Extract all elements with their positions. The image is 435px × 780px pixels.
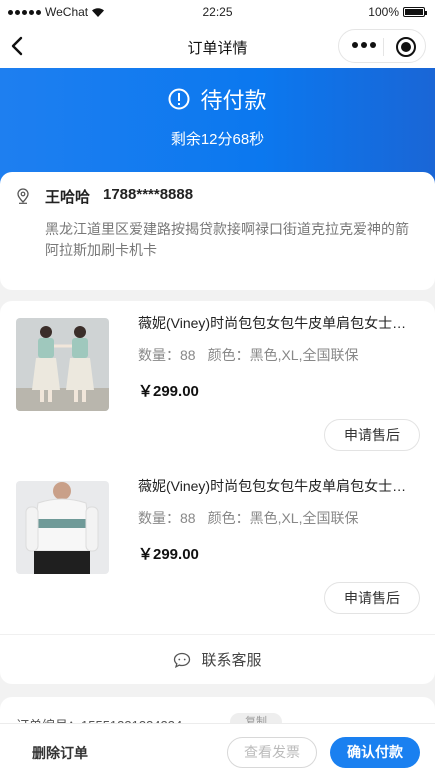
confirm-payment-button[interactable]: 确认付款 (330, 737, 420, 768)
product-price: ￥299.00 (138, 546, 199, 563)
products-card: 薇妮(Viney)时尚包包女包牛皮单肩包女士手提包 数量：88 颜色：黑色,XL,… (0, 301, 435, 684)
product-item[interactable]: 薇妮(Viney)时尚包包女包牛皮单肩包女士手提包 数量：88 颜色：黑色,XL,… (0, 464, 435, 624)
battery-icon (403, 7, 427, 17)
product-quantity: 数量：88 (138, 510, 196, 526)
alert-circle-icon (168, 88, 190, 110)
nav-bar: 订单详情 (0, 24, 435, 68)
product-thumbnail[interactable] (16, 481, 109, 574)
location-pin-icon (17, 188, 29, 204)
product-title[interactable]: 薇妮(Viney)时尚包包女包牛皮单肩包女士手提包 (138, 476, 413, 496)
product-quantity: 数量：88 (138, 347, 196, 363)
recipient-phone: 1788****8888 (103, 186, 194, 203)
product-price: ￥299.00 (138, 383, 199, 400)
product-thumbnail[interactable] (16, 318, 109, 411)
chat-bubble-icon (174, 652, 191, 668)
after-sale-button[interactable]: 申请售后 (324, 419, 420, 451)
order-status: 待付款 (0, 83, 435, 115)
bottom-action-bar: 删除订单 查看发票 确认付款 (0, 723, 435, 780)
mini-program-capsule (338, 29, 426, 63)
address-card[interactable]: 王哈哈 1788****8888 黑龙江道里区爱建路按揭贷款接啊禄口街道克拉克爱… (0, 172, 435, 290)
contact-service-label: 联系客服 (201, 652, 262, 669)
more-dots-icon[interactable] (352, 42, 376, 48)
delete-order-button[interactable]: 删除订单 (32, 743, 88, 763)
product-specs: 数量：88 颜色：黑色,XL,全国联保 (138, 345, 358, 365)
payment-countdown: 剩余12分68秒 (170, 131, 265, 148)
after-sale-button[interactable]: 申请售后 (324, 582, 420, 614)
order-status-label: 待付款 (200, 88, 267, 113)
contact-service-button[interactable]: 联系客服 (0, 634, 435, 684)
product-variant: 颜色：黑色,XL,全国联保 (207, 347, 359, 363)
product-specs: 数量：88 颜色：黑色,XL,全国联保 (138, 508, 358, 528)
product-title[interactable]: 薇妮(Viney)时尚包包女包牛皮单肩包女士手提包 (138, 313, 413, 333)
view-invoice-button[interactable]: 查看发票 (227, 737, 317, 768)
status-bar: WeChat 22:25 100% (0, 0, 435, 24)
recipient-name: 王哈哈 (45, 189, 91, 206)
product-item[interactable]: 薇妮(Viney)时尚包包女包牛皮单肩包女士手提包 数量：88 颜色：黑色,XL,… (0, 301, 435, 461)
status-right: 100% (368, 5, 427, 19)
target-circle-icon[interactable] (396, 37, 416, 57)
address-detail: 黑龙江道里区爱建路按揭贷款接啊禄口街道克拉克爱神的箭阿拉斯加刷卡机卡 (45, 221, 409, 258)
order-status-header: 待付款 剩余12分68秒 (0, 68, 435, 188)
capsule-divider (383, 38, 384, 56)
product-variant: 颜色：黑色,XL,全国联保 (207, 510, 359, 526)
battery-percent: 100% (368, 5, 399, 19)
